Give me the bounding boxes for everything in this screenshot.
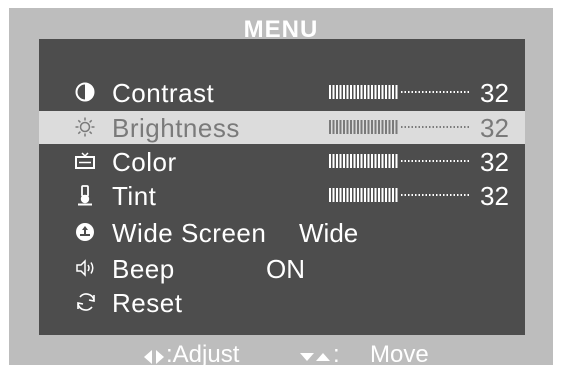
beep-value: ON [266,254,305,284]
color-level-bar[interactable] [329,154,469,168]
menu-item-color[interactable]: Color 32 [39,145,525,178]
contrast-level-bar[interactable] [329,85,469,99]
menu-item-contrast[interactable]: Contrast 32 [39,76,525,109]
left-right-arrows-icon [143,345,165,373]
contrast-icon [75,81,95,103]
contrast-value: 32 [480,78,509,108]
menu-item-label: Reset [112,288,183,318]
beep-icon [75,257,95,279]
reset-icon [75,291,95,313]
menu-item-wide-screen[interactable]: Wide Screen Wide [39,216,525,249]
brightness-level-bar[interactable] [329,120,469,134]
color-value: 32 [480,147,509,177]
wide-screen-icon [75,221,95,243]
brightness-icon [75,116,95,138]
menu-item-beep[interactable]: Beep ON [39,252,525,285]
menu-item-label: Tint [112,181,157,211]
wide-screen-value: Wide [299,218,359,248]
menu-item-label: Color [112,147,177,177]
osd-menu-frame: MENU Contrast 32 Brightness 32 Color 32 … [9,8,553,368]
menu-item-tint[interactable]: Tint 32 [39,179,525,212]
footer-hints: :Adjust : Move [9,341,553,368]
up-down-arrows-icon [299,345,331,373]
menu-item-reset[interactable]: Reset [39,286,525,319]
menu-item-brightness[interactable]: Brightness 32 [39,111,525,144]
tint-level-bar[interactable] [329,188,469,202]
menu-item-label: Contrast [112,78,215,108]
menu-panel: Contrast 32 Brightness 32 Color 32 Tint … [39,39,525,335]
color-icon [75,150,95,172]
menu-item-label: Wide Screen [112,218,267,248]
brightness-value: 32 [480,113,509,143]
menu-item-label: Brightness [112,113,240,143]
tint-value: 32 [480,181,509,211]
tint-icon [75,184,95,206]
menu-item-label: Beep [112,254,175,284]
